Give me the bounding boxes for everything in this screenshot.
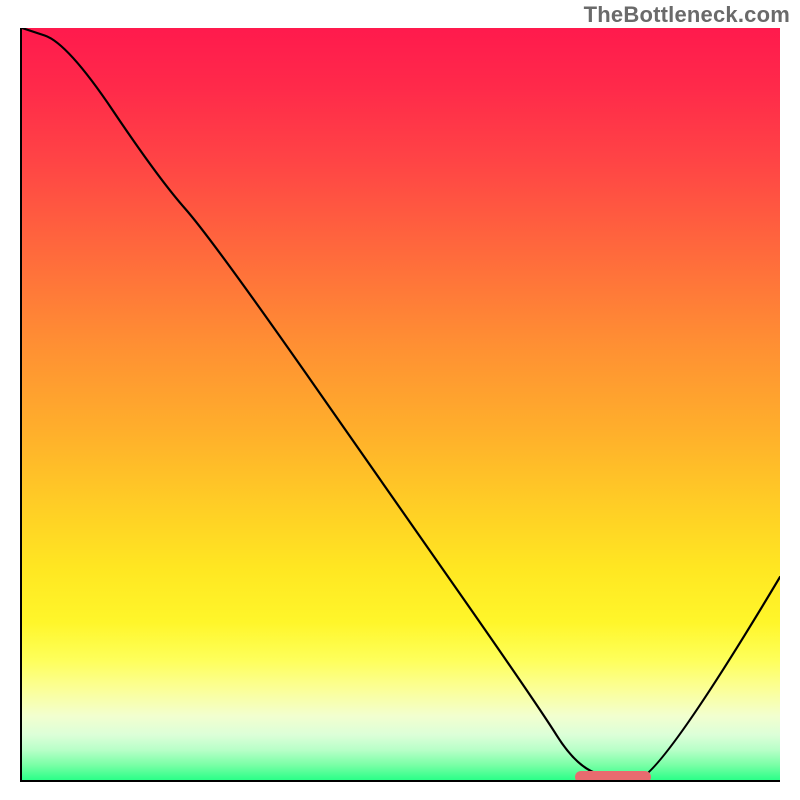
plot-outer	[20, 28, 780, 782]
x-axis-line	[20, 780, 780, 782]
watermark-text: TheBottleneck.com	[584, 2, 790, 28]
curve-svg	[22, 28, 780, 780]
plot-area	[22, 28, 780, 780]
bottleneck-curve	[22, 28, 780, 780]
optimal-range-marker	[575, 771, 651, 780]
chart-container: TheBottleneck.com	[0, 0, 800, 800]
